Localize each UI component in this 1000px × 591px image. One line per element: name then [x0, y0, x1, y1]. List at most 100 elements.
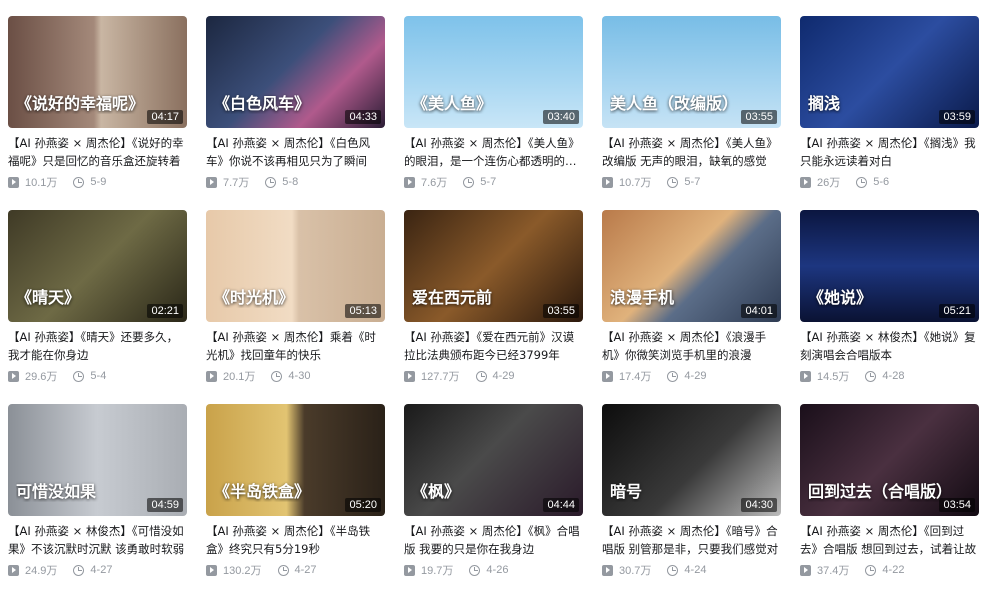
upload-date: 4-26 [469, 564, 508, 576]
play-count-icon [404, 564, 415, 576]
video-thumbnail[interactable]: 《说好的幸福呢》 04:17 [8, 16, 187, 128]
video-card[interactable]: 美人鱼（改编版） 03:55 【AI 孙燕姿 × 周杰伦】《美人鱼》改编版 无声… [602, 16, 781, 189]
upload-date: 5-4 [73, 370, 106, 382]
video-title[interactable]: 【AI 孙燕姿 × 周杰伦】《浪漫手机》你微笑浏览手机里的浪漫 [602, 328, 781, 364]
video-thumbnail[interactable]: 《美人鱼》 03:40 [404, 16, 583, 128]
video-meta: 7.7万 5-8 [206, 174, 385, 190]
video-meta: 20.1万 4-30 [206, 368, 385, 384]
clock-icon [73, 370, 85, 382]
video-meta: 29.6万 5-4 [8, 368, 187, 384]
view-count: 24.9万 [8, 562, 57, 578]
clock-icon [265, 176, 277, 188]
video-title[interactable]: 【AI 孙燕姿 × 林俊杰】《可惜没如果》不该沉默时沉默 该勇敢时软弱 [8, 522, 187, 558]
view-count-text: 24.9万 [25, 565, 58, 577]
video-meta: 14.5万 4-28 [800, 368, 979, 384]
video-grid: 《说好的幸福呢》 04:17 【AI 孙燕姿 × 周杰伦】《说好的幸福呢》只是回… [8, 16, 979, 577]
video-thumbnail[interactable]: 《晴天》 02:21 [8, 210, 187, 322]
video-card[interactable]: 《半岛铁盒》 05:20 【AI 孙燕姿 × 周杰伦】《半岛铁盒》终究只有5分1… [206, 404, 385, 577]
video-thumbnail[interactable]: 搁浅 03:59 [800, 16, 979, 128]
clock-icon [277, 564, 289, 576]
upload-date: 4-29 [667, 370, 706, 382]
video-title[interactable]: 【AI 孙燕姿 × 周杰伦】《半岛铁盒》终究只有5分19秒 [206, 522, 385, 558]
upload-date: 5-6 [856, 176, 889, 188]
upload-date-text: 5-9 [90, 176, 107, 188]
clock-icon [865, 370, 877, 382]
video-title[interactable]: 【AI 孙燕姿 × 周杰伦】乘着《时光机》找回童年的快乐 [206, 328, 385, 364]
video-card[interactable]: 《她说》 05:21 【AI 孙燕姿 × 林俊杰】《她说》复刻演唱会合唱版本 1… [800, 210, 979, 383]
video-card[interactable]: 暗号 04:30 【AI 孙燕姿 × 周杰伦】《暗号》合唱版 别管那是非，只要我… [602, 404, 781, 577]
play-count-icon [602, 564, 613, 576]
video-meta: 130.2万 4-27 [206, 562, 385, 578]
upload-date: 4-24 [667, 564, 706, 576]
view-count: 7.7万 [206, 174, 249, 190]
video-title[interactable]: 【AI 孙燕姿】《爱在西元前》汉谟拉比法典颁布距今已经3799年 [404, 328, 583, 364]
video-title[interactable]: 【AI 孙燕姿 × 周杰伦】《回到过去》合唱版 想回到过去，试着让故 [800, 522, 979, 558]
video-thumbnail[interactable]: 《白色风车》 04:33 [206, 16, 385, 128]
video-thumbnail[interactable]: 《半岛铁盒》 05:20 [206, 404, 385, 516]
upload-date: 5-8 [265, 176, 298, 188]
view-count: 10.1万 [8, 174, 57, 190]
video-card[interactable]: 浪漫手机 04:01 【AI 孙燕姿 × 周杰伦】《浪漫手机》你微笑浏览手机里的… [602, 210, 781, 383]
video-title[interactable]: 【AI 孙燕姿 × 周杰伦】《白色风车》你说不该再相见只为了瞬间 [206, 134, 385, 170]
video-thumbnail[interactable]: 爱在西元前 03:55 [404, 210, 583, 322]
view-count-text: 14.5万 [817, 371, 850, 383]
clock-icon [475, 370, 487, 382]
view-count: 14.5万 [800, 368, 849, 384]
upload-date-text: 5-8 [282, 176, 299, 188]
duration-badge: 05:13 [345, 304, 381, 318]
upload-date-text: 4-27 [294, 564, 317, 576]
video-title[interactable]: 【AI 孙燕姿 × 周杰伦】《美人鱼》的眼泪，是一个连伤心都透明的世界 [404, 134, 583, 170]
video-card[interactable]: 《枫》 04:44 【AI 孙燕姿 × 周杰伦】《枫》合唱版 我要的只是你在我身… [404, 404, 583, 577]
upload-date-text: 5-4 [90, 370, 107, 382]
upload-date: 4-27 [277, 564, 317, 576]
video-meta: 127.7万 4-29 [404, 368, 583, 384]
video-card[interactable]: 爱在西元前 03:55 【AI 孙燕姿】《爱在西元前》汉谟拉比法典颁布距今已经3… [404, 210, 583, 383]
video-thumbnail[interactable]: 可惜没如果 04:59 [8, 404, 187, 516]
video-card[interactable]: 《美人鱼》 03:40 【AI 孙燕姿 × 周杰伦】《美人鱼》的眼泪，是一个连伤… [404, 16, 583, 189]
view-count: 19.7万 [404, 562, 453, 578]
video-thumbnail[interactable]: 美人鱼（改编版） 03:55 [602, 16, 781, 128]
upload-date: 4-22 [865, 564, 904, 576]
upload-date-text: 4-29 [492, 370, 515, 382]
upload-date-text: 5-7 [480, 176, 497, 188]
video-title[interactable]: 【AI 孙燕姿 × 周杰伦】《说好的幸福呢》只是回忆的音乐盒还旋转着 [8, 134, 187, 170]
clock-icon [271, 370, 283, 382]
video-card[interactable]: 《说好的幸福呢》 04:17 【AI 孙燕姿 × 周杰伦】《说好的幸福呢》只是回… [8, 16, 187, 189]
upload-date-text: 4-27 [90, 564, 113, 576]
video-meta: 19.7万 4-26 [404, 562, 583, 578]
video-title[interactable]: 【AI 孙燕姿 × 周杰伦】《搁浅》我只能永远读着对白 [800, 134, 979, 170]
video-meta: 17.4万 4-29 [602, 368, 781, 384]
video-thumbnail[interactable]: 浪漫手机 04:01 [602, 210, 781, 322]
video-thumbnail[interactable]: 《时光机》 05:13 [206, 210, 385, 322]
video-thumbnail[interactable]: 《枫》 04:44 [404, 404, 583, 516]
video-title[interactable]: 【AI 孙燕姿 × 周杰伦】《枫》合唱版 我要的只是你在我身边 [404, 522, 583, 558]
video-title[interactable]: 【AI 孙燕姿 × 周杰伦】《暗号》合唱版 别管那是非，只要我们感觉对 [602, 522, 781, 558]
video-card[interactable]: 《晴天》 02:21 【AI 孙燕姿】《晴天》还要多久，我才能在你身边 29.6… [8, 210, 187, 383]
video-title[interactable]: 【AI 孙燕姿 × 周杰伦】《美人鱼》改编版 无声的眼泪，缺氧的感觉 [602, 134, 781, 170]
view-count-text: 17.4万 [619, 371, 652, 383]
video-title[interactable]: 【AI 孙燕姿 × 林俊杰】《她说》复刻演唱会合唱版本 [800, 328, 979, 364]
play-count-icon [800, 370, 811, 382]
video-thumbnail[interactable]: 回到过去（合唱版） 03:54 [800, 404, 979, 516]
video-thumbnail[interactable]: 暗号 04:30 [602, 404, 781, 516]
video-card[interactable]: 可惜没如果 04:59 【AI 孙燕姿 × 林俊杰】《可惜没如果》不该沉默时沉默… [8, 404, 187, 577]
play-count-icon [602, 370, 613, 382]
play-count-icon [206, 564, 217, 576]
upload-date-text: 4-30 [288, 370, 311, 382]
video-card[interactable]: 回到过去（合唱版） 03:54 【AI 孙燕姿 × 周杰伦】《回到过去》合唱版 … [800, 404, 979, 577]
video-card[interactable]: 搁浅 03:59 【AI 孙燕姿 × 周杰伦】《搁浅》我只能永远读着对白 26万… [800, 16, 979, 189]
view-count-text: 30.7万 [619, 565, 652, 577]
view-count-text: 127.7万 [421, 371, 460, 383]
video-card[interactable]: 《时光机》 05:13 【AI 孙燕姿 × 周杰伦】乘着《时光机》找回童年的快乐… [206, 210, 385, 383]
video-thumbnail[interactable]: 《她说》 05:21 [800, 210, 979, 322]
video-meta: 37.4万 4-22 [800, 562, 979, 578]
video-card[interactable]: 《白色风车》 04:33 【AI 孙燕姿 × 周杰伦】《白色风车》你说不该再相见… [206, 16, 385, 189]
duration-badge: 04:33 [345, 110, 381, 124]
play-count-icon [206, 370, 217, 382]
duration-badge: 04:01 [741, 304, 777, 318]
video-meta: 7.6万 5-7 [404, 174, 583, 190]
upload-date: 4-28 [865, 370, 904, 382]
video-meta: 26万 5-6 [800, 174, 979, 190]
video-title[interactable]: 【AI 孙燕姿】《晴天》还要多久，我才能在你身边 [8, 328, 187, 364]
upload-date: 4-30 [271, 370, 310, 382]
